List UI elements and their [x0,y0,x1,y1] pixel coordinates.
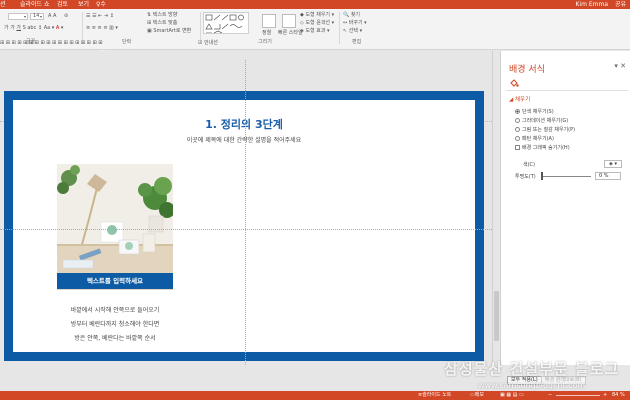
vertical-guide[interactable] [245,60,246,365]
zoom-out-icon[interactable]: − [548,391,552,400]
radio-icon [515,118,520,123]
hide-background-checkbox[interactable]: 배경 그래픽 숨기기(H) [515,144,570,151]
zoom-in-icon[interactable]: + [603,391,607,400]
select-button[interactable]: ↖ 선택 ▾ [343,28,362,35]
replace-button[interactable]: ↔ 바꾸기 ▾ [343,20,367,27]
view-buttons[interactable]: ▣ ▦ ▤ ▭ [500,391,524,400]
body-line: 방부터 베란다까지 청소해야 한다면 [70,321,160,328]
vertical-scrollbar[interactable] [492,51,500,365]
body-line: 방은 안쪽, 베란다는 바깥쪽 순서 [74,335,156,342]
body-line: 바깥에서 시작해 안쪽으로 들어오기 [70,307,160,314]
slide-body-text[interactable]: 바깥에서 시작해 안쪽으로 들어오기 방부터 베란다까지 청소해야 한다면 방은… [57,304,173,346]
solid-fill-radio[interactable]: 단색 채우기(S) [515,108,554,115]
transparency-label: 투명도(T) [515,174,536,180]
checkbox-icon [515,145,520,150]
align-icons[interactable]: ≡ ≡ ≡ ≡ ▥ ▾ [86,25,118,32]
slide-frame[interactable]: 1. 정리의 3단계 이곳에 제목에 대한 간략한 설명을 적어주세요 텍스트를… [4,91,484,361]
color-label: 색(C) [523,162,535,168]
slide-subtitle[interactable]: 이곳에 제목에 대한 간략한 설명을 적어주세요 [13,135,475,144]
format-background-pane: 배경 서식 ▾ ✕ ◢ 채우기 단색 채우기(S) 그라데이션 채우기(G) 그… [500,51,630,365]
radio-selected-icon [515,109,520,114]
transparency-input[interactable]: 0 % [595,172,621,180]
slide-photo[interactable] [57,164,173,290]
tab-design-partial[interactable]: 션 [0,0,6,9]
photo-caption[interactable]: 텍스트를 입력하세요 [57,273,173,289]
powerpoint-window: 션 슬라이드 쇼 검토 보기 ♀ 수행할 작업을 알려 주세요. Kim Emm… [0,0,630,400]
clear-format-icon[interactable]: ⊘ [64,13,68,20]
find-button[interactable]: 🔍 찾기 [343,12,360,19]
slide-title[interactable]: 1. 정리의 3단계 [13,116,475,132]
quick-styles-icon[interactable] [282,14,296,28]
paint-bucket-icon[interactable] [509,78,519,88]
align-text-button[interactable]: ⊞ 텍스트 맞춤 [147,20,177,27]
share-button[interactable]: 공유 [615,0,626,9]
font-name-dropdown[interactable]: ▾ [8,13,28,20]
pattern-fill-radio[interactable]: 패턴 채우기(A) [515,135,554,142]
guides-checkbox[interactable]: ☑ 안내선 [198,40,218,47]
ribbon-body: ▾ 14 ▾ A A ⊘ 가 가 가 S abc ↕ Aa ▾ A ▾ 글꼴 ☰ … [0,9,630,50]
tab-slideshow[interactable]: 슬라이드 쇼 [20,0,50,9]
separator [339,12,340,44]
slide-canvas[interactable]: 1. 정리의 3단계 이곳에 제목에 대한 간략한 설명을 적어주세요 텍스트를… [13,100,475,352]
user-name[interactable]: Kim Emma [575,0,608,9]
text-direction-button[interactable]: ⇅ 텍스트 방향 [147,12,177,19]
quick-styles-label: 빠른 스타일 [278,30,303,36]
shapes-gallery[interactable] [203,12,249,34]
scrollbar-thumb[interactable] [494,291,499,341]
smartart-convert-button[interactable]: ▣ SmartArt로 변환 [147,28,191,35]
group-drawing-label: 그리기 [258,39,272,45]
list-icons[interactable]: ☰ ☰ ⇤ ⇥ ↕ [86,13,114,20]
tab-view[interactable]: 보기 [78,0,89,9]
pane-title: 배경 서식 [509,65,545,75]
ribbon-tab-row: 션 슬라이드 쇼 검토 보기 ♀ 수행할 작업을 알려 주세요. Kim Emm… [0,0,630,98]
status-bar: ≡ 슬라이드 노트 ▭ 메모 ▣ ▦ ▤ ▭ − + 84 % [0,391,630,400]
tab-review[interactable]: 검토 [57,0,68,9]
desk-lamp-plant-photo [57,164,173,290]
arrange-label: 정렬 [262,30,272,36]
fill-section-header[interactable]: ◢ 채우기 [509,95,530,103]
zoom-slider[interactable] [556,395,600,396]
shape-fill-button[interactable]: ◆ 도형 채우기 ▾ [300,12,334,19]
gradient-fill-radio[interactable]: 그라데이션 채우기(G) [515,117,568,124]
horizontal-guide[interactable] [0,229,492,230]
shapes-icons [205,14,244,33]
close-icon[interactable]: ▾ ✕ [614,62,626,70]
radio-icon [515,127,520,132]
group-editing-label: 편집 [352,39,362,45]
font-grow-shrink-icon[interactable]: A A [48,13,56,20]
color-picker-button[interactable]: ◈ ▾ [604,160,622,168]
arrange-icon[interactable] [262,14,276,28]
ribbon: 션 슬라이드 쇼 검토 보기 ♀ 수행할 작업을 알려 주세요. Kim Emm… [0,0,630,98]
transparency-slider[interactable] [541,176,591,177]
divider [506,90,628,91]
notes-button[interactable]: ≡ 슬라이드 노트 [418,391,451,400]
comments-button[interactable]: ▭ 메모 [470,391,484,400]
slider-handle[interactable] [541,172,543,180]
group-paragraph-label: 단락 [122,39,132,45]
watermark-title: 삼성물산 건설부문 블로그 [444,360,620,378]
watermark-url: www.samsungblogcnt.com [478,381,586,390]
shape-effects-button[interactable]: ◈ 도형 효과 ▾ [300,28,330,35]
zoom-level[interactable]: 84 % [612,391,625,400]
radio-icon [515,136,520,141]
picture-fill-radio[interactable]: 그림 또는 질감 채우기(P) [515,126,575,133]
font-size-dropdown[interactable]: 14 ▾ [30,13,44,20]
view-mini-icons[interactable]: ⊞ ⊞ ⊞ ⊞ ⊞ ⊞ ⊞ ⊞ ⊞ ⊞ ⊞ ⊞ ⊞ ⊞ ⊞ ⊞ ⊞ ⊞ [0,40,102,47]
font-style-buttons[interactable]: 가 가 가 S abc ↕ Aa ▾ A ▾ [4,25,63,32]
shape-outline-button[interactable]: ◇ 도형 윤곽선 ▾ [300,20,334,27]
tell-me-search[interactable]: ♀ 수행할 작업을 알려 주세요. [96,0,108,98]
